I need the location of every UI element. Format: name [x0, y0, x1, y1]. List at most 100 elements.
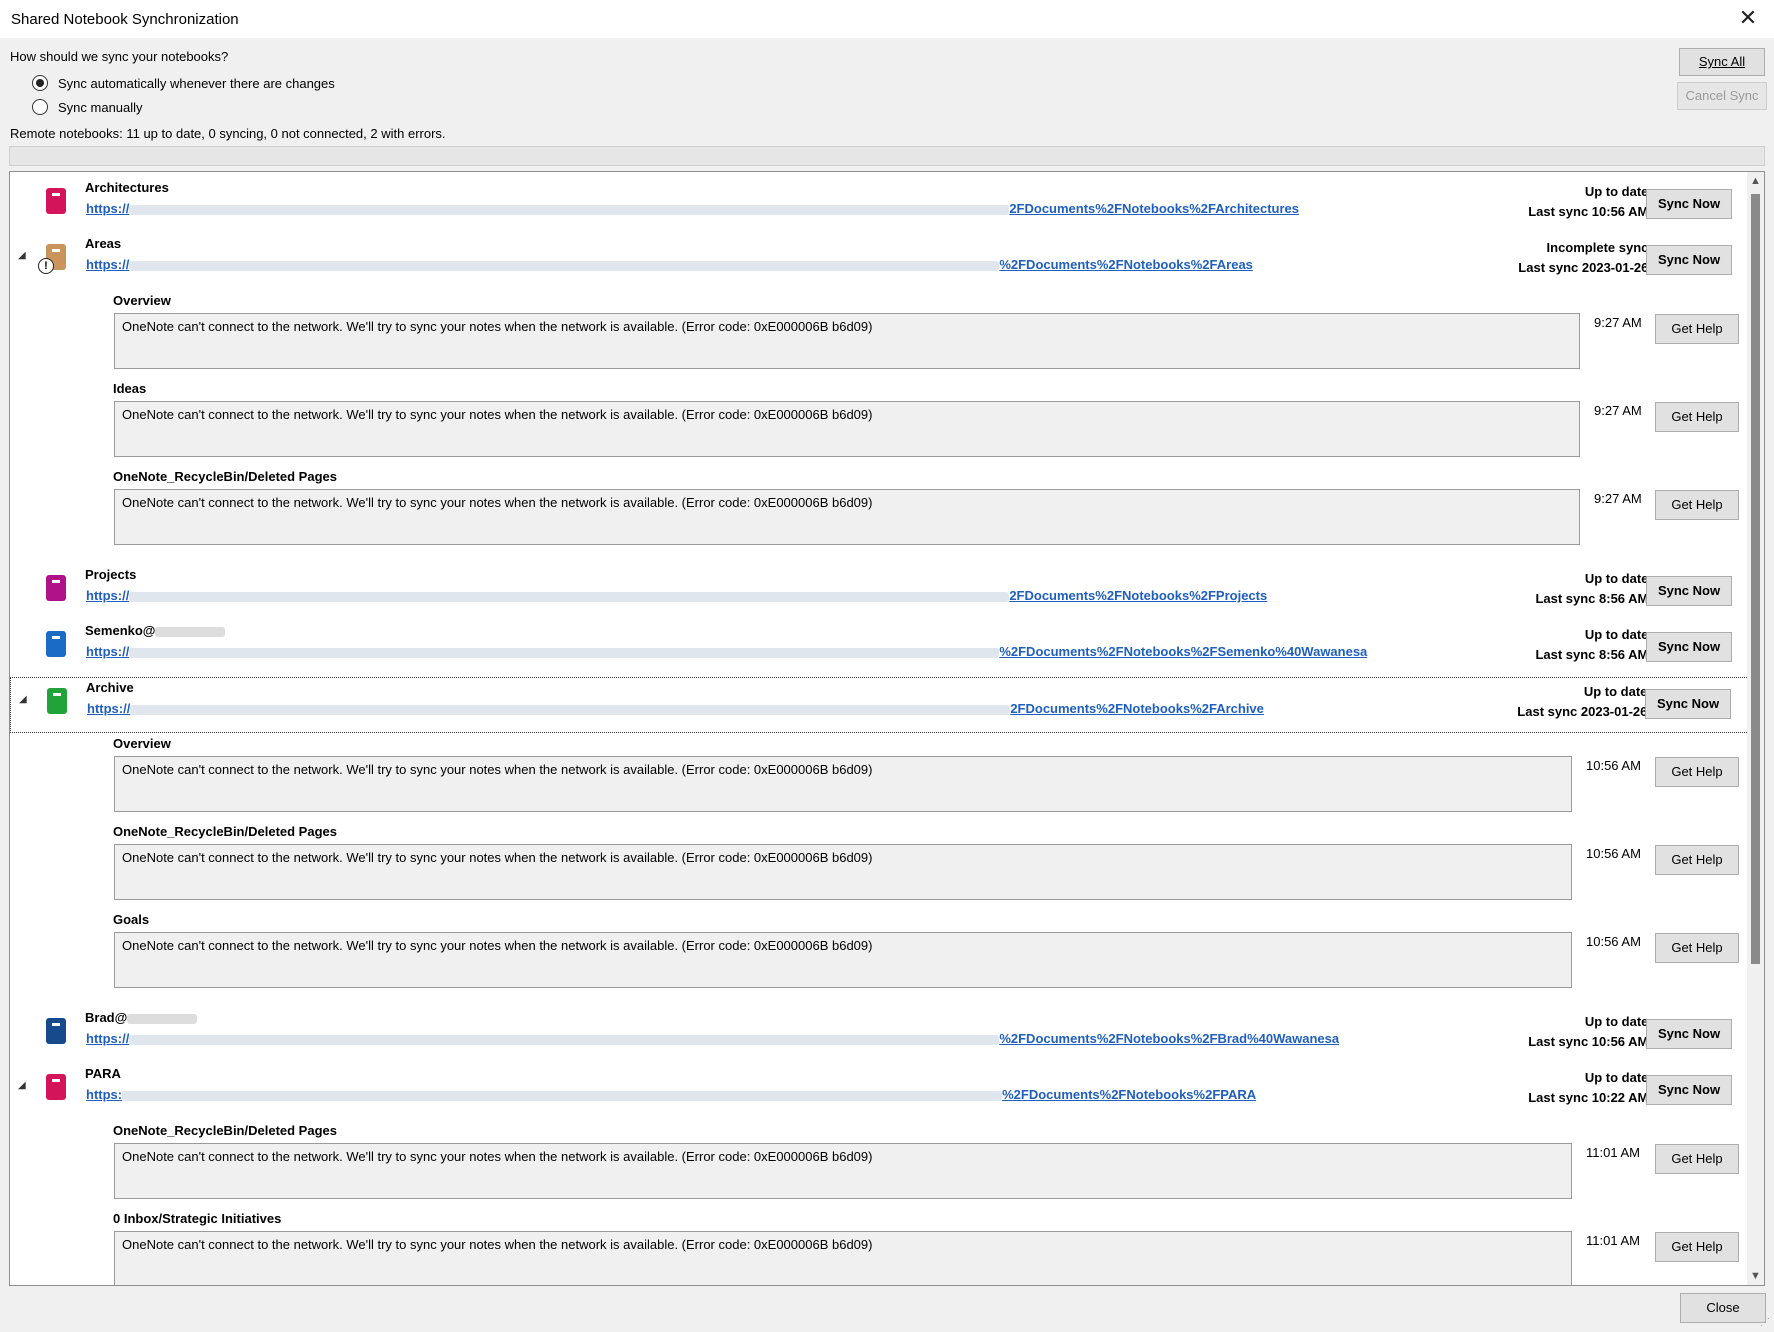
sync-status: Incomplete sync. Last sync 2023-01-26. — [1518, 238, 1652, 278]
notebook-name: PARA — [85, 1066, 121, 1081]
radio-dot-selected[interactable] — [32, 75, 48, 91]
notebook-row-areas[interactable]: ◢ ! Areas https:// %2FDocuments%2FNoteboo… — [10, 234, 1749, 290]
get-help-button[interactable]: Get Help — [1655, 933, 1739, 963]
url-start: https: — [86, 1087, 123, 1102]
expand-collapse-icon[interactable]: ◢ — [18, 250, 26, 261]
close-icon[interactable]: ✕ — [1736, 6, 1760, 30]
notebook-url-link[interactable]: https:// 2FDocuments%2FNotebooks%2FArchiv… — [87, 701, 1264, 716]
url-start: https:// — [86, 644, 130, 659]
error-time: 11:01 AM — [1586, 1233, 1640, 1248]
url-end: %2FDocuments%2FNotebooks%2FSemenko%40Waw… — [999, 644, 1368, 659]
sync-now-button[interactable]: Sync Now — [1646, 189, 1732, 219]
url-start: https:// — [86, 257, 130, 272]
notebook-url-link[interactable]: https:// %2FDocuments%2FNotebooks%2FAreas — [86, 257, 1253, 272]
notebook-icon — [46, 631, 66, 657]
radio-dot[interactable] — [32, 99, 48, 115]
vertical-scrollbar[interactable]: ▲ ▼ — [1747, 172, 1764, 1285]
error-time: 9:27 AM — [1594, 315, 1642, 330]
error-time: 11:01 AM — [1586, 1145, 1640, 1160]
error-time: 9:27 AM — [1594, 491, 1642, 506]
url-redacted — [129, 647, 1000, 658]
notebook-name: Semenko@ — [85, 623, 226, 638]
notebook-row-para[interactable]: ◢ PARA https: %2FDocuments%2FNotebooks%2F… — [10, 1064, 1749, 1120]
cancel-sync-label: Cancel Sync — [1685, 88, 1759, 103]
sync-status: Up to date. Last sync 10:22 AM. — [1528, 1068, 1652, 1108]
sync-all-button[interactable]: Sync All — [1679, 48, 1765, 76]
status-text: Up to date. — [1584, 1014, 1652, 1029]
last-sync-text: Last sync 2023-01-26. — [1517, 704, 1651, 719]
last-sync-text: Last sync 2023-01-26. — [1518, 260, 1652, 275]
error-message-box: OneNote can't connect to the network. We… — [114, 489, 1580, 545]
notebook-icon — [46, 1074, 66, 1100]
notebook-list[interactable]: Architectures https:// 2FDocuments%2FNote… — [9, 171, 1765, 1286]
scrollbar-thumb[interactable] — [1751, 194, 1760, 964]
notebook-name: Areas — [85, 236, 122, 251]
url-redacted — [129, 204, 1010, 215]
notebook-url-link[interactable]: https:// 2FDocuments%2FNotebooks%2FProjec… — [86, 588, 1267, 603]
notebook-name: Archive — [86, 680, 134, 695]
notebook-icon — [46, 188, 66, 214]
error-time: 10:56 AM — [1586, 758, 1641, 773]
get-help-button[interactable]: Get Help — [1655, 757, 1739, 787]
url-start: https:// — [87, 701, 131, 716]
cancel-sync-button: Cancel Sync — [1677, 82, 1767, 110]
notebook-name-text: Semenko@ — [85, 623, 156, 638]
error-message-box: OneNote can't connect to the network. We… — [114, 756, 1572, 812]
expand-collapse-icon[interactable]: ◢ — [18, 1080, 26, 1091]
get-help-button[interactable]: Get Help — [1655, 490, 1739, 520]
sync-status: Up to date. Last sync 10:56 AM. — [1528, 182, 1652, 222]
notebook-icon: ! — [38, 244, 66, 274]
status-text: Up to date. — [1584, 627, 1652, 642]
status-text: Up to date. — [1584, 571, 1652, 586]
get-help-button[interactable]: Get Help — [1655, 1144, 1739, 1174]
scroll-down-icon[interactable]: ▼ — [1750, 1270, 1761, 1282]
last-sync-text: Last sync 8:56 AM. — [1535, 591, 1652, 606]
scroll-up-icon[interactable]: ▲ — [1750, 175, 1761, 187]
url-end: 2FDocuments%2FNotebooks%2FArchitectures — [1009, 201, 1300, 216]
url-redacted — [122, 1090, 1003, 1101]
notebook-row-architectures[interactable]: Architectures https:// 2FDocuments%2FNote… — [10, 178, 1749, 234]
sync-status: Up to date. Last sync 2023-01-26. — [1517, 682, 1651, 722]
section-title: OneNote_RecycleBin/Deleted Pages — [113, 1123, 337, 1138]
sync-now-button[interactable]: Sync Now — [1646, 1075, 1732, 1105]
section-title: OneNote_RecycleBin/Deleted Pages — [113, 824, 337, 839]
notebook-url-link[interactable]: https: %2FDocuments%2FNotebooks%2FPARA — [86, 1087, 1256, 1102]
sync-now-button[interactable]: Sync Now — [1646, 632, 1732, 662]
url-end: %2FDocuments%2FNotebooks%2FAreas — [999, 257, 1253, 272]
notebook-url-link[interactable]: https:// 2FDocuments%2FNotebooks%2FArchit… — [86, 201, 1299, 216]
notebook-url-link[interactable]: https:// %2FDocuments%2FNotebooks%2FSemen… — [86, 644, 1367, 659]
url-redacted — [130, 704, 1011, 715]
error-time: 9:27 AM — [1594, 403, 1642, 418]
notebook-row-semenko[interactable]: Semenko@ https:// %2FDocuments%2FNotebook… — [10, 621, 1749, 677]
url-redacted — [129, 260, 1000, 271]
status-text: Up to date. — [1584, 1070, 1652, 1085]
expand-collapse-icon[interactable]: ◢ — [19, 694, 27, 705]
notebook-url-link[interactable]: https:// %2FDocuments%2FNotebooks%2FBrad%… — [86, 1031, 1339, 1046]
url-end: %2FDocuments%2FNotebooks%2FPARA — [1002, 1087, 1257, 1102]
sync-status: Up to date. Last sync 8:56 AM. — [1535, 569, 1652, 609]
remote-notebooks-status: Remote notebooks: 11 up to date, 0 synci… — [10, 126, 446, 141]
resize-grip-icon[interactable]: ⋰ — [1760, 1317, 1770, 1328]
get-help-button[interactable]: Get Help — [1655, 402, 1739, 432]
sync-now-button[interactable]: Sync Now — [1645, 689, 1731, 719]
sync-now-button[interactable]: Sync Now — [1646, 245, 1732, 275]
url-start: https:// — [86, 201, 130, 216]
sync-now-button[interactable]: Sync Now — [1646, 576, 1732, 606]
get-help-button[interactable]: Get Help — [1655, 845, 1739, 875]
get-help-button[interactable]: Get Help — [1655, 1232, 1739, 1262]
notebook-row-brad[interactable]: Brad@ https:// %2FDocuments%2FNotebooks%2… — [10, 1008, 1749, 1064]
url-end: 2FDocuments%2FNotebooks%2FArchive — [1010, 701, 1264, 716]
sync-now-button[interactable]: Sync Now — [1646, 1019, 1732, 1049]
title-bar: Shared Notebook Synchronization ✕ — [0, 0, 1774, 39]
radio-sync-automatically[interactable]: Sync automatically whenever there are ch… — [32, 75, 335, 91]
section-title: Ideas — [113, 381, 147, 396]
notebook-name: Projects — [85, 567, 137, 582]
name-redacted — [155, 626, 226, 637]
close-button[interactable]: Close — [1680, 1293, 1766, 1323]
radio-sync-manually[interactable]: Sync manually — [32, 99, 143, 115]
notebook-row-archive[interactable]: ◢ Archive https:// 2FDocuments%2FNotebook… — [10, 677, 1749, 733]
notebook-icon — [46, 575, 66, 601]
window-title: Shared Notebook Synchronization — [11, 11, 239, 28]
get-help-button[interactable]: Get Help — [1655, 314, 1739, 344]
notebook-row-projects[interactable]: Projects https:// 2FDocuments%2FNotebooks… — [10, 565, 1749, 621]
